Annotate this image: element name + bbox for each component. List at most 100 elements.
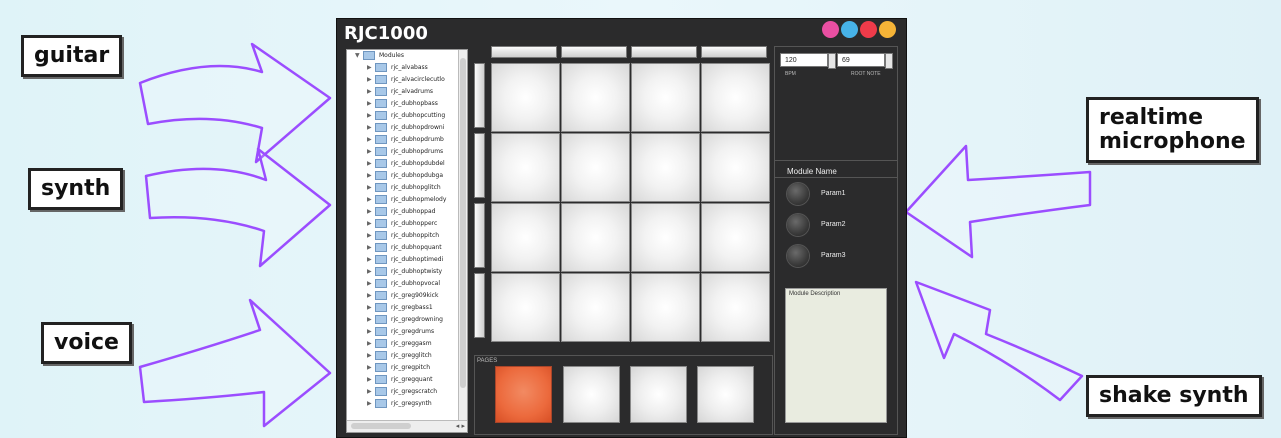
pad-6[interactable] [561,133,630,202]
disclosure-icon[interactable]: ▶ [367,386,375,398]
tree-item[interactable]: ▶ rjc_dubhopmelody [347,194,467,206]
row-bar[interactable] [474,63,485,128]
disclosure-icon[interactable]: ▶ [367,302,375,314]
tree-vertical-scrollbar[interactable] [458,50,467,420]
tree-item[interactable]: ▶ rjc_alvacirclecutlo [347,74,467,86]
tree-item[interactable]: ▶ rjc_gregsynth [347,398,467,410]
disclosure-icon[interactable]: ▶ [367,146,375,158]
tree-item[interactable]: ▶ rjc_dubhopquant [347,242,467,254]
disclosure-icon[interactable]: ▶ [367,374,375,386]
row-bar[interactable] [474,273,485,338]
disclosure-icon[interactable]: ▶ [367,314,375,326]
pad-10[interactable] [561,203,630,272]
page-button-3[interactable] [630,366,687,423]
page-button-1[interactable] [495,366,552,423]
param1-knob[interactable] [787,183,809,205]
tree-item[interactable]: ▶ rjc_dubhopcutting [347,110,467,122]
tree-item[interactable]: ▶ rjc_dubhoppad [347,206,467,218]
disclosure-icon[interactable]: ▶ [367,170,375,182]
pad-5[interactable] [491,133,560,202]
pad-7[interactable] [631,133,700,202]
disclosure-icon[interactable]: ▶ [367,338,375,350]
disclosure-icon[interactable]: ▶ [367,398,375,410]
tree-item[interactable]: ▶ rjc_dubhopdrowni [347,122,467,134]
param3-knob[interactable] [787,245,809,267]
pad-11[interactable] [631,203,700,272]
tree-item[interactable]: ▶ rjc_dubhopdrumb [347,134,467,146]
pad-4[interactable] [701,63,770,132]
tree-item[interactable]: ▶ rjc_dubhopdubdel [347,158,467,170]
disclosure-icon[interactable]: ▶ [367,194,375,206]
disclosure-icon[interactable]: ▶ [367,242,375,254]
tree-item-label: rjc_greggasm [391,340,432,347]
root-note-field[interactable]: 69 [837,53,885,67]
disclosure-icon[interactable]: ▶ [367,110,375,122]
bpm-stepper[interactable] [828,53,836,69]
tree-item[interactable]: ▶ rjc_dubhopdubga [347,170,467,182]
disclosure-icon[interactable]: ▶ [367,98,375,110]
tree-horizontal-scrollbar[interactable]: ◂ ▸ [347,420,467,432]
tree-item[interactable]: ▶ rjc_greg909kick [347,290,467,302]
tree-item[interactable]: ▶ rjc_dubhopbass [347,98,467,110]
tree-item[interactable]: ▶ rjc_dubhoppitch [347,230,467,242]
disclosure-icon[interactable]: ▶ [367,278,375,290]
disclosure-icon[interactable]: ▶ [367,350,375,362]
disclosure-icon[interactable]: ▶ [367,266,375,278]
tree-item[interactable]: ▶ rjc_alvabass [347,62,467,74]
pad-8[interactable] [701,133,770,202]
tree-item[interactable]: ▶ rjc_dubhoptwisty [347,266,467,278]
disclosure-icon[interactable]: ▶ [367,158,375,170]
pad-3[interactable] [631,63,700,132]
param2-knob[interactable] [787,214,809,236]
disclosure-icon[interactable]: ▶ [367,230,375,242]
folder-icon [375,399,387,408]
pad-12[interactable] [701,203,770,272]
tree-item[interactable]: ▶ rjc_alvadrums [347,86,467,98]
disclosure-icon[interactable]: ▶ [367,86,375,98]
pad-14[interactable] [561,273,630,342]
tree-item[interactable]: ▶ rjc_greggasm [347,338,467,350]
column-bar[interactable] [491,46,557,58]
column-bar[interactable] [701,46,767,58]
disclosure-icon[interactable]: ▶ [367,62,375,74]
disclosure-icon[interactable]: ▶ [367,362,375,374]
tree-item[interactable]: ▶ rjc_gregglitch [347,350,467,362]
tree-item[interactable]: ▶ rjc_gregquant [347,374,467,386]
module-tree[interactable]: ▼ Modules ▶ rjc_alvabass ▶ rjc_alvacirclecut… [346,49,468,433]
page-button-4[interactable] [697,366,754,423]
disclosure-icon[interactable]: ▶ [367,134,375,146]
disclosure-icon[interactable]: ▶ [367,290,375,302]
disclosure-icon[interactable]: ▶ [367,122,375,134]
page-button-2[interactable] [563,366,620,423]
tree-root[interactable]: ▼ Modules [347,50,467,62]
row-bar[interactable] [474,203,485,268]
pad-13[interactable] [491,273,560,342]
column-bar[interactable] [561,46,627,58]
tree-item[interactable]: ▶ rjc_gregdrowning [347,314,467,326]
disclosure-icon[interactable]: ▶ [367,206,375,218]
row-bar[interactable] [474,133,485,198]
tree-item[interactable]: ▶ rjc_gregdrums [347,326,467,338]
column-bar[interactable] [631,46,697,58]
pad-15[interactable] [631,273,700,342]
pad-2[interactable] [561,63,630,132]
pad-16[interactable] [701,273,770,342]
pad-9[interactable] [491,203,560,272]
tree-item[interactable]: ▶ rjc_dubhoptimedi [347,254,467,266]
root-note-stepper[interactable] [885,53,893,69]
tree-item[interactable]: ▶ rjc_gregpitch [347,362,467,374]
tree-item[interactable]: ▶ rjc_dubhopglitch [347,182,467,194]
tree-item[interactable]: ▶ rjc_gregbass1 [347,302,467,314]
disclosure-icon[interactable]: ▶ [367,218,375,230]
disclosure-icon[interactable]: ▶ [367,254,375,266]
tree-item[interactable]: ▶ rjc_dubhopvocal [347,278,467,290]
tree-item[interactable]: ▶ rjc_dubhopperc [347,218,467,230]
disclosure-icon[interactable]: ▶ [367,326,375,338]
tree-item[interactable]: ▶ rjc_gregscratch [347,386,467,398]
tree-item[interactable]: ▶ rjc_dubhopdrums [347,146,467,158]
bpm-field[interactable]: 120 [780,53,828,67]
folder-icon [375,207,387,216]
disclosure-icon[interactable]: ▶ [367,74,375,86]
disclosure-icon[interactable]: ▶ [367,182,375,194]
pad-1[interactable] [491,63,560,132]
